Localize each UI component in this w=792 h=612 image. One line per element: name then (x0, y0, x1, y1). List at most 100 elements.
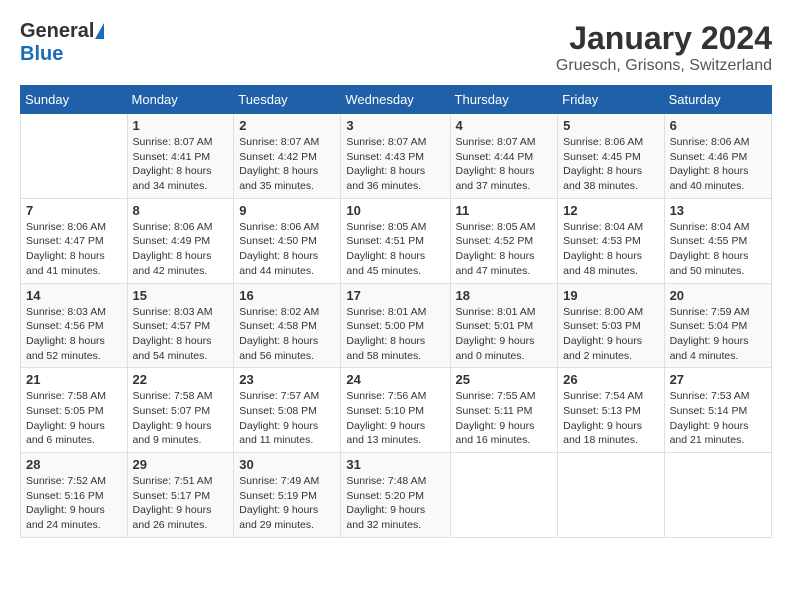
day-number: 7 (26, 203, 122, 218)
calendar-cell: 18 Sunrise: 8:01 AMSunset: 5:01 PMDayligh… (450, 283, 558, 368)
calendar-table: SundayMondayTuesdayWednesdayThursdayFrid… (20, 85, 772, 538)
day-number: 6 (670, 118, 766, 133)
day-number: 17 (346, 288, 444, 303)
day-detail: Sunrise: 7:49 AMSunset: 5:19 PMDaylight:… (239, 474, 335, 533)
calendar-cell: 28Sunrise: 7:52 AMSunset: 5:16 PMDayligh… (21, 453, 128, 538)
day-number: 28 (26, 457, 122, 472)
day-detail: Sunrise: 8:00 AMSunset: 5:03 PMDaylight:… (563, 305, 658, 364)
day-detail: Sunrise: 8:01 AMSunset: 5:01 PMDaylight:… (456, 305, 553, 364)
weekday-header-thursday: Thursday (450, 86, 558, 114)
calendar-cell: 20 Sunrise: 7:59 AMSunset: 5:04 PMDayligh… (664, 283, 771, 368)
title-area: January 2024 Gruesch, Grisons, Switzerla… (556, 20, 772, 75)
calendar-cell (664, 453, 771, 538)
calendar-cell: 30 Sunrise: 7:49 AMSunset: 5:19 PMDayligh… (234, 453, 341, 538)
day-detail: Sunrise: 8:02 AMSunset: 4:58 PMDaylight:… (239, 305, 335, 364)
location-subtitle: Gruesch, Grisons, Switzerland (556, 57, 772, 75)
logo-blue: Blue (20, 43, 63, 65)
day-number: 3 (346, 118, 444, 133)
day-number: 23 (239, 372, 335, 387)
day-detail: Sunrise: 7:54 AMSunset: 5:13 PMDaylight:… (563, 389, 658, 448)
day-detail: Sunrise: 7:57 AMSunset: 5:08 PMDaylight:… (239, 389, 335, 448)
calendar-cell: 11Sunrise: 8:05 AMSunset: 4:52 PMDayligh… (450, 198, 558, 283)
day-detail: Sunrise: 8:06 AMSunset: 4:47 PMDaylight:… (26, 220, 122, 279)
day-number: 8 (133, 203, 229, 218)
day-number: 16 (239, 288, 335, 303)
day-detail: Sunrise: 7:55 AMSunset: 5:11 PMDaylight:… (456, 389, 553, 448)
header: General Blue January 2024 Gruesch, Griso… (20, 20, 772, 75)
weekday-header-sunday: Sunday (21, 86, 128, 114)
day-detail: Sunrise: 8:06 AMSunset: 4:46 PMDaylight:… (670, 135, 766, 194)
calendar-cell: 31Sunrise: 7:48 AMSunset: 5:20 PMDayligh… (341, 453, 450, 538)
calendar-cell: 14 Sunrise: 8:03 AMSunset: 4:56 PMDayligh… (21, 283, 128, 368)
calendar-cell: 3Sunrise: 8:07 AMSunset: 4:43 PMDaylight… (341, 114, 450, 199)
day-detail: Sunrise: 8:01 AMSunset: 5:00 PMDaylight:… (346, 305, 444, 364)
calendar-cell: 19 Sunrise: 8:00 AMSunset: 5:03 PMDayligh… (558, 283, 664, 368)
calendar-cell: 24Sunrise: 7:56 AMSunset: 5:10 PMDayligh… (341, 368, 450, 453)
weekday-header-saturday: Saturday (664, 86, 771, 114)
calendar-header: SundayMondayTuesdayWednesdayThursdayFrid… (21, 86, 772, 114)
logo-triangle-icon (95, 23, 104, 39)
day-number: 31 (346, 457, 444, 472)
day-number: 18 (456, 288, 553, 303)
calendar-body: 1 Sunrise: 8:07 AMSunset: 4:41 PMDaylight… (21, 114, 772, 538)
calendar-cell: 29Sunrise: 7:51 AMSunset: 5:17 PMDayligh… (127, 453, 234, 538)
calendar-week-4: 21Sunrise: 7:58 AMSunset: 5:05 PMDayligh… (21, 368, 772, 453)
calendar-cell: 21Sunrise: 7:58 AMSunset: 5:05 PMDayligh… (21, 368, 128, 453)
day-number: 30 (239, 457, 335, 472)
day-detail: Sunrise: 7:51 AMSunset: 5:17 PMDaylight:… (133, 474, 229, 533)
calendar-cell: 27Sunrise: 7:53 AMSunset: 5:14 PMDayligh… (664, 368, 771, 453)
day-number: 26 (563, 372, 658, 387)
day-detail: Sunrise: 8:03 AMSunset: 4:56 PMDaylight:… (26, 305, 122, 364)
day-number: 13 (670, 203, 766, 218)
calendar-cell: 2Sunrise: 8:07 AMSunset: 4:42 PMDaylight… (234, 114, 341, 199)
day-detail: Sunrise: 8:06 AMSunset: 4:49 PMDaylight:… (133, 220, 229, 279)
day-detail: Sunrise: 8:06 AMSunset: 4:50 PMDaylight:… (239, 220, 335, 279)
calendar-cell: 1 Sunrise: 8:07 AMSunset: 4:41 PMDaylight… (127, 114, 234, 199)
calendar-cell: 8 Sunrise: 8:06 AMSunset: 4:49 PMDaylight… (127, 198, 234, 283)
logo: General Blue (20, 20, 104, 66)
calendar-cell: 9 Sunrise: 8:06 AMSunset: 4:50 PMDaylight… (234, 198, 341, 283)
calendar-cell: 4 Sunrise: 8:07 AMSunset: 4:44 PMDaylight… (450, 114, 558, 199)
day-number: 9 (239, 203, 335, 218)
calendar-cell: 25 Sunrise: 7:55 AMSunset: 5:11 PMDayligh… (450, 368, 558, 453)
day-detail: Sunrise: 7:58 AMSunset: 5:07 PMDaylight:… (133, 389, 229, 448)
day-number: 14 (26, 288, 122, 303)
day-number: 19 (563, 288, 658, 303)
day-number: 11 (456, 203, 553, 218)
calendar-cell: 6 Sunrise: 8:06 AMSunset: 4:46 PMDaylight… (664, 114, 771, 199)
day-number: 25 (456, 372, 553, 387)
calendar-cell: 10 Sunrise: 8:05 AMSunset: 4:51 PMDayligh… (341, 198, 450, 283)
day-number: 20 (670, 288, 766, 303)
day-number: 4 (456, 118, 553, 133)
day-number: 21 (26, 372, 122, 387)
calendar-week-5: 28Sunrise: 7:52 AMSunset: 5:16 PMDayligh… (21, 453, 772, 538)
calendar-cell (558, 453, 664, 538)
day-number: 24 (346, 372, 444, 387)
day-number: 12 (563, 203, 658, 218)
day-detail: Sunrise: 8:06 AMSunset: 4:45 PMDaylight:… (563, 135, 658, 194)
weekday-header-tuesday: Tuesday (234, 86, 341, 114)
calendar-week-3: 14 Sunrise: 8:03 AMSunset: 4:56 PMDayligh… (21, 283, 772, 368)
calendar-cell: 15Sunrise: 8:03 AMSunset: 4:57 PMDayligh… (127, 283, 234, 368)
day-number: 10 (346, 203, 444, 218)
calendar-week-1: 1 Sunrise: 8:07 AMSunset: 4:41 PMDaylight… (21, 114, 772, 199)
calendar-cell: 13 Sunrise: 8:04 AMSunset: 4:55 PMDayligh… (664, 198, 771, 283)
day-detail: Sunrise: 8:03 AMSunset: 4:57 PMDaylight:… (133, 305, 229, 364)
day-detail: Sunrise: 7:59 AMSunset: 5:04 PMDaylight:… (670, 305, 766, 364)
day-detail: Sunrise: 8:05 AMSunset: 4:51 PMDaylight:… (346, 220, 444, 279)
weekday-header-monday: Monday (127, 86, 234, 114)
calendar-cell: 7 Sunrise: 8:06 AMSunset: 4:47 PMDaylight… (21, 198, 128, 283)
day-detail: Sunrise: 8:07 AMSunset: 4:44 PMDaylight:… (456, 135, 553, 194)
day-number: 5 (563, 118, 658, 133)
weekday-header-friday: Friday (558, 86, 664, 114)
day-detail: Sunrise: 8:04 AMSunset: 4:55 PMDaylight:… (670, 220, 766, 279)
weekday-header-wednesday: Wednesday (341, 86, 450, 114)
day-number: 1 (133, 118, 229, 133)
day-detail: Sunrise: 7:53 AMSunset: 5:14 PMDaylight:… (670, 389, 766, 448)
calendar-week-2: 7 Sunrise: 8:06 AMSunset: 4:47 PMDaylight… (21, 198, 772, 283)
calendar-cell: 22Sunrise: 7:58 AMSunset: 5:07 PMDayligh… (127, 368, 234, 453)
day-detail: Sunrise: 8:07 AMSunset: 4:41 PMDaylight:… (133, 135, 229, 194)
month-year-title: January 2024 (556, 20, 772, 57)
day-detail: Sunrise: 8:07 AMSunset: 4:42 PMDaylight:… (239, 135, 335, 194)
logo-general: General (20, 20, 94, 43)
